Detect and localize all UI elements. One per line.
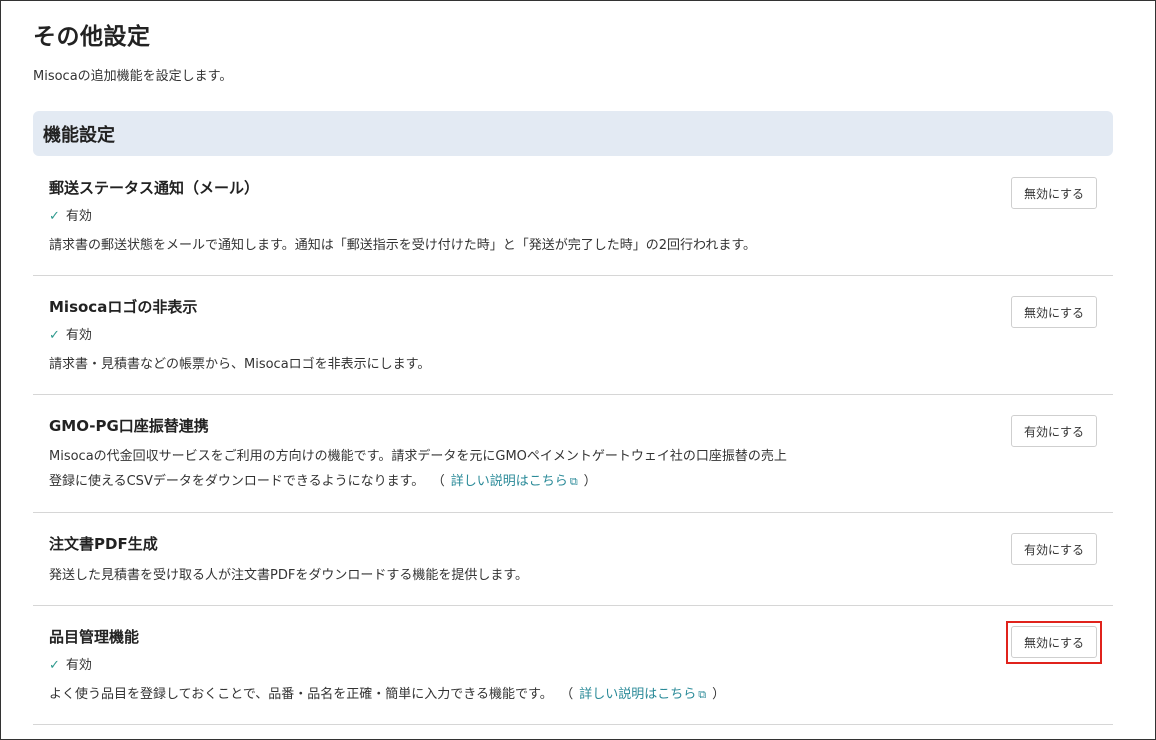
feature-title: 郵送ステータス通知（メール） — [49, 179, 260, 197]
external-link-icon: ⧉ — [569, 475, 578, 488]
feature-description-line2: 登録に使えるCSVデータをダウンロードできるようになります。 （ 詳しい説明はこちら… — [49, 470, 597, 489]
paren-close: ） — [583, 474, 597, 489]
status-label: 有効 — [65, 328, 92, 343]
external-link-icon: ⧉ — [698, 688, 707, 701]
status-label: 有効 — [65, 658, 92, 673]
paren-open: （ — [438, 474, 445, 489]
feature-description-line1: Misocaの代金回収サービスをご利用の方向けの機能です。請求データを元にGMO… — [49, 449, 787, 464]
disable-button[interactable]: 無効にする — [1011, 296, 1097, 328]
check-icon: ✓ — [49, 209, 60, 224]
paren-open: （ — [566, 687, 574, 702]
feature-description: よく使う品目を登録しておくことで、品番・品名を正確・簡単に入力できる機能です。 （… — [49, 683, 725, 702]
feature-mail-notification: 郵送ステータス通知（メール） ✓ 有効 請求書の郵送状態をメールで通知します。通知… — [33, 157, 1113, 276]
feature-description: 請求書の郵送状態をメールで通知します。通知は「郵送指示を受け付けた時」と「発送が… — [49, 238, 757, 253]
status-enabled: ✓ 有効 — [49, 324, 92, 343]
details-link[interactable]: 詳しい説明はこちら ⧉ — [579, 687, 706, 702]
check-icon: ✓ — [49, 658, 60, 673]
status-label: 有効 — [65, 209, 92, 224]
feature-order-pdf: 注文書PDF生成 発送した見積書を受け取る人が注文書PDFをダウンロードする機能… — [33, 513, 1113, 606]
settings-page: その他設定 Misocaの追加機能を設定します。 機能設定 郵送ステータス通知（… — [0, 0, 1156, 740]
feature-title: Misocaロゴの非表示 — [49, 298, 198, 316]
link-label: 詳しい説明はこちら — [579, 687, 697, 702]
disable-button[interactable]: 無効にする — [1011, 626, 1097, 658]
disable-button[interactable]: 無効にする — [1011, 177, 1097, 209]
page-title: その他設定 — [33, 24, 151, 50]
status-enabled: ✓ 有効 — [49, 654, 92, 673]
check-icon: ✓ — [49, 328, 60, 343]
details-link[interactable]: 詳しい説明はこちら ⧉ — [451, 474, 578, 489]
link-label: 詳しい説明はこちら — [450, 474, 568, 489]
feature-item-management: 品目管理機能 ✓ 有効 よく使う品目を登録しておくことで、品番・品名を正確・簡単に… — [33, 606, 1113, 725]
description-text: 登録に使えるCSVデータをダウンロードできるようになります。 — [49, 474, 425, 489]
feature-description: 請求書・見積書などの帳票から、Misocaロゴを非表示にします。 — [49, 357, 431, 372]
feature-title: 品目管理機能 — [49, 628, 140, 646]
page-description: Misocaの追加機能を設定します。 — [33, 69, 233, 84]
enable-button[interactable]: 有効にする — [1011, 415, 1097, 447]
section-header: 機能設定 — [33, 111, 1113, 156]
status-enabled: ✓ 有効 — [49, 205, 92, 224]
feature-hide-logo: Misocaロゴの非表示 ✓ 有効 請求書・見積書などの帳票から、Misocaロゴ… — [33, 276, 1113, 395]
enable-button[interactable]: 有効にする — [1011, 533, 1097, 565]
description-text: よく使う品目を登録しておくことで、品番・品名を正確・簡単に入力できる機能です。 — [49, 687, 553, 702]
paren-close: ） — [712, 687, 726, 702]
feature-description: 発送した見積書を受け取る人が注文書PDFをダウンロードする機能を提供します。 — [49, 568, 529, 583]
feature-title: 注文書PDF生成 — [49, 535, 158, 553]
section-title: 機能設定 — [43, 125, 115, 146]
feature-title: GMO-PG口座振替連携 — [49, 417, 209, 435]
feature-gmo-pg: GMO-PG口座振替連携 Misocaの代金回収サービスをご利用の方向けの機能で… — [33, 395, 1113, 513]
